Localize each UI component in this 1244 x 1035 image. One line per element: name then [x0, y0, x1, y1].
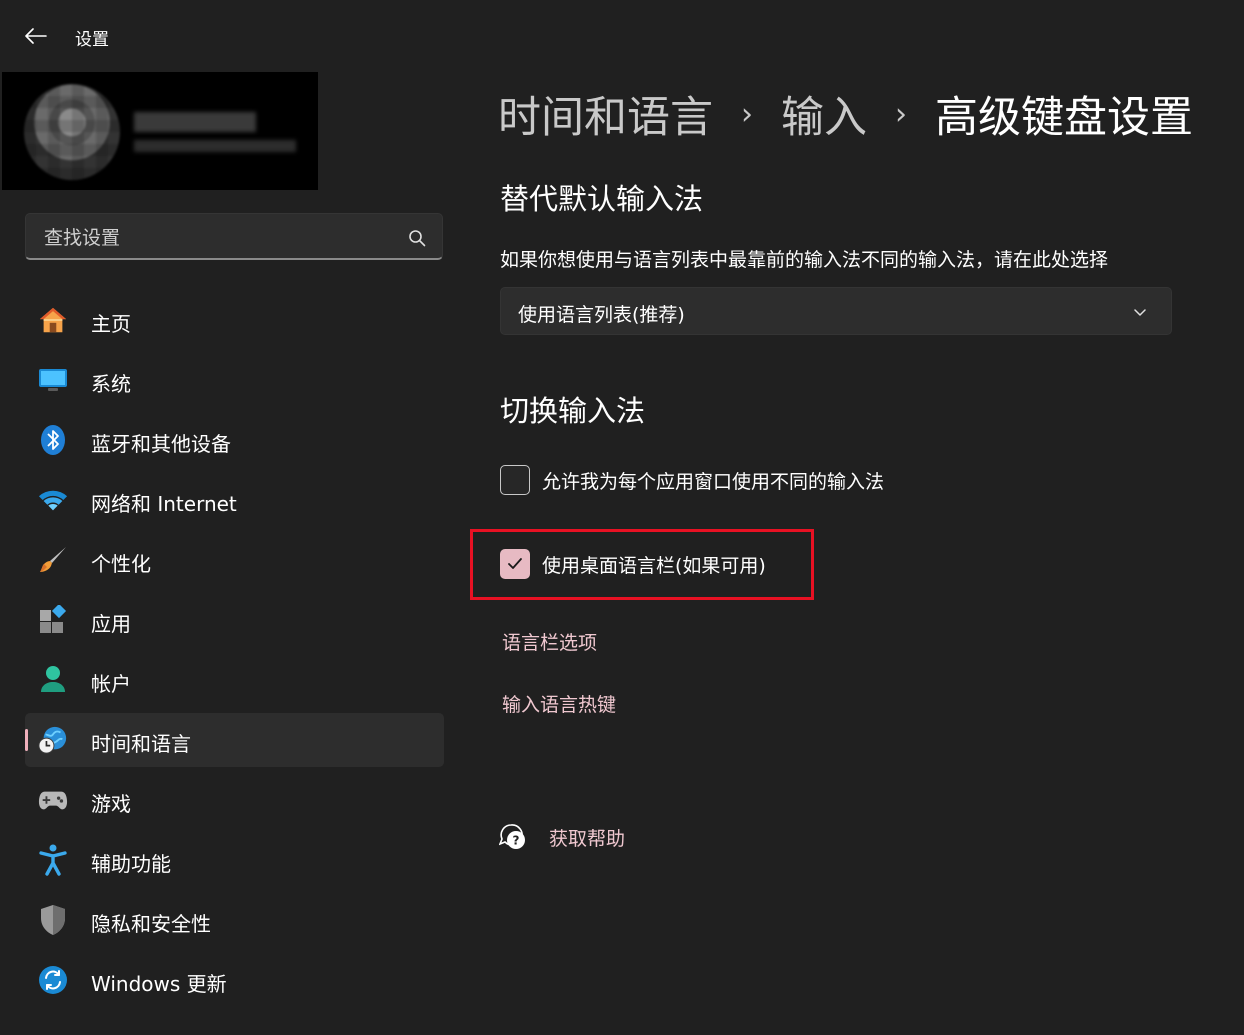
- sidebar-nav: 主页 系统 蓝牙和其他设备 网络和 Internet 个性化 应用 帐户 时间和…: [25, 293, 444, 1013]
- chevron-right-icon: ›: [895, 96, 907, 132]
- sidebar-item-label: 主页: [91, 312, 131, 336]
- back-button[interactable]: [20, 22, 52, 50]
- sidebar-item-network[interactable]: 网络和 Internet: [25, 473, 444, 527]
- override-section-title: 替代默认输入法: [500, 182, 704, 216]
- highlight-box: [470, 529, 814, 600]
- chevron-down-icon: [1134, 309, 1146, 316]
- breadcrumb-input[interactable]: 输入: [781, 83, 867, 145]
- sidebar-item-accounts[interactable]: 帐户: [25, 653, 444, 707]
- svg-text:?: ?: [513, 834, 520, 848]
- wifi-icon: [38, 485, 68, 515]
- sidebar-item-label: 隐私和安全性: [91, 912, 211, 936]
- home-icon: [38, 305, 68, 335]
- page-title: 高级键盘设置: [935, 93, 1193, 143]
- sidebar-item-system[interactable]: 系统: [25, 353, 444, 407]
- switching-section-title: 切换输入法: [500, 394, 646, 428]
- search-box: [25, 213, 443, 260]
- search-icon[interactable]: [408, 229, 426, 247]
- brush-icon: [38, 545, 68, 575]
- language-bar-options-link[interactable]: 语言栏选项: [502, 628, 597, 655]
- sidebar-item-privacy[interactable]: 隐私和安全性: [25, 893, 444, 947]
- user-name-redacted: [134, 112, 256, 132]
- sidebar-item-accessibility[interactable]: 辅助功能: [25, 833, 444, 887]
- override-description: 如果你想使用与语言列表中最靠前的输入法不同的输入法，请在此处选择: [500, 249, 1109, 271]
- sidebar-item-label: 蓝牙和其他设备: [91, 432, 231, 456]
- breadcrumb-time-language[interactable]: 时间和语言: [498, 83, 713, 145]
- account-icon: [38, 665, 68, 695]
- dropdown-selected-value: 使用语言列表(推荐): [518, 304, 685, 326]
- user-profile[interactable]: [2, 72, 318, 190]
- help-chat-icon: ?: [499, 824, 525, 849]
- sidebar-item-gaming[interactable]: 游戏: [25, 773, 444, 827]
- per-app-input-checkbox-row[interactable]: 允许我为每个应用窗口使用不同的输入法: [500, 463, 884, 497]
- input-method-dropdown[interactable]: 使用语言列表(推荐): [500, 287, 1172, 335]
- sidebar-item-label: Windows 更新: [91, 972, 227, 996]
- title-bar: 设置: [0, 0, 1244, 72]
- breadcrumb: 时间和语言 › 输入 › 高级键盘设置: [498, 84, 1193, 144]
- get-help-link[interactable]: ? 获取帮助: [499, 820, 625, 854]
- sidebar-item-home[interactable]: 主页: [25, 293, 444, 347]
- apps-icon: [38, 605, 68, 635]
- get-help-label: 获取帮助: [549, 827, 626, 850]
- back-arrow-icon: [25, 28, 47, 44]
- update-icon: [38, 965, 68, 995]
- app-title: 设置: [75, 30, 109, 50]
- sidebar-item-windows-update[interactable]: Windows 更新: [25, 953, 444, 1007]
- chevron-right-icon: ›: [741, 96, 753, 132]
- sidebar-item-label: 个性化: [91, 552, 151, 576]
- bluetooth-icon: [38, 425, 68, 455]
- per-app-input-label: 允许我为每个应用窗口使用不同的输入法: [542, 470, 885, 493]
- monitor-icon: [38, 365, 68, 395]
- sidebar-item-apps[interactable]: 应用: [25, 593, 444, 647]
- sidebar-item-label: 时间和语言: [91, 732, 191, 756]
- avatar: [24, 84, 120, 180]
- globe-clock-icon: [38, 725, 68, 755]
- sidebar-item-personalization[interactable]: 个性化: [25, 533, 444, 587]
- sidebar-item-label: 辅助功能: [91, 852, 171, 876]
- accessibility-icon: [38, 844, 68, 876]
- sidebar-item-bluetooth[interactable]: 蓝牙和其他设备: [25, 413, 444, 467]
- per-app-input-checkbox[interactable]: [500, 465, 530, 495]
- sidebar-item-label: 系统: [91, 372, 131, 396]
- sidebar-item-label: 网络和 Internet: [91, 492, 237, 516]
- sidebar-item-label: 游戏: [91, 792, 131, 816]
- input-language-hotkeys-link[interactable]: 输入语言热键: [502, 690, 616, 717]
- sidebar-item-label: 帐户: [91, 672, 131, 696]
- user-email-redacted: [134, 140, 296, 152]
- selection-indicator: [25, 729, 28, 751]
- sidebar-item-time-language[interactable]: 时间和语言: [25, 713, 444, 767]
- sidebar-item-label: 应用: [91, 612, 131, 636]
- gamepad-icon: [38, 785, 68, 815]
- search-input[interactable]: [42, 222, 396, 254]
- shield-icon: [38, 905, 68, 935]
